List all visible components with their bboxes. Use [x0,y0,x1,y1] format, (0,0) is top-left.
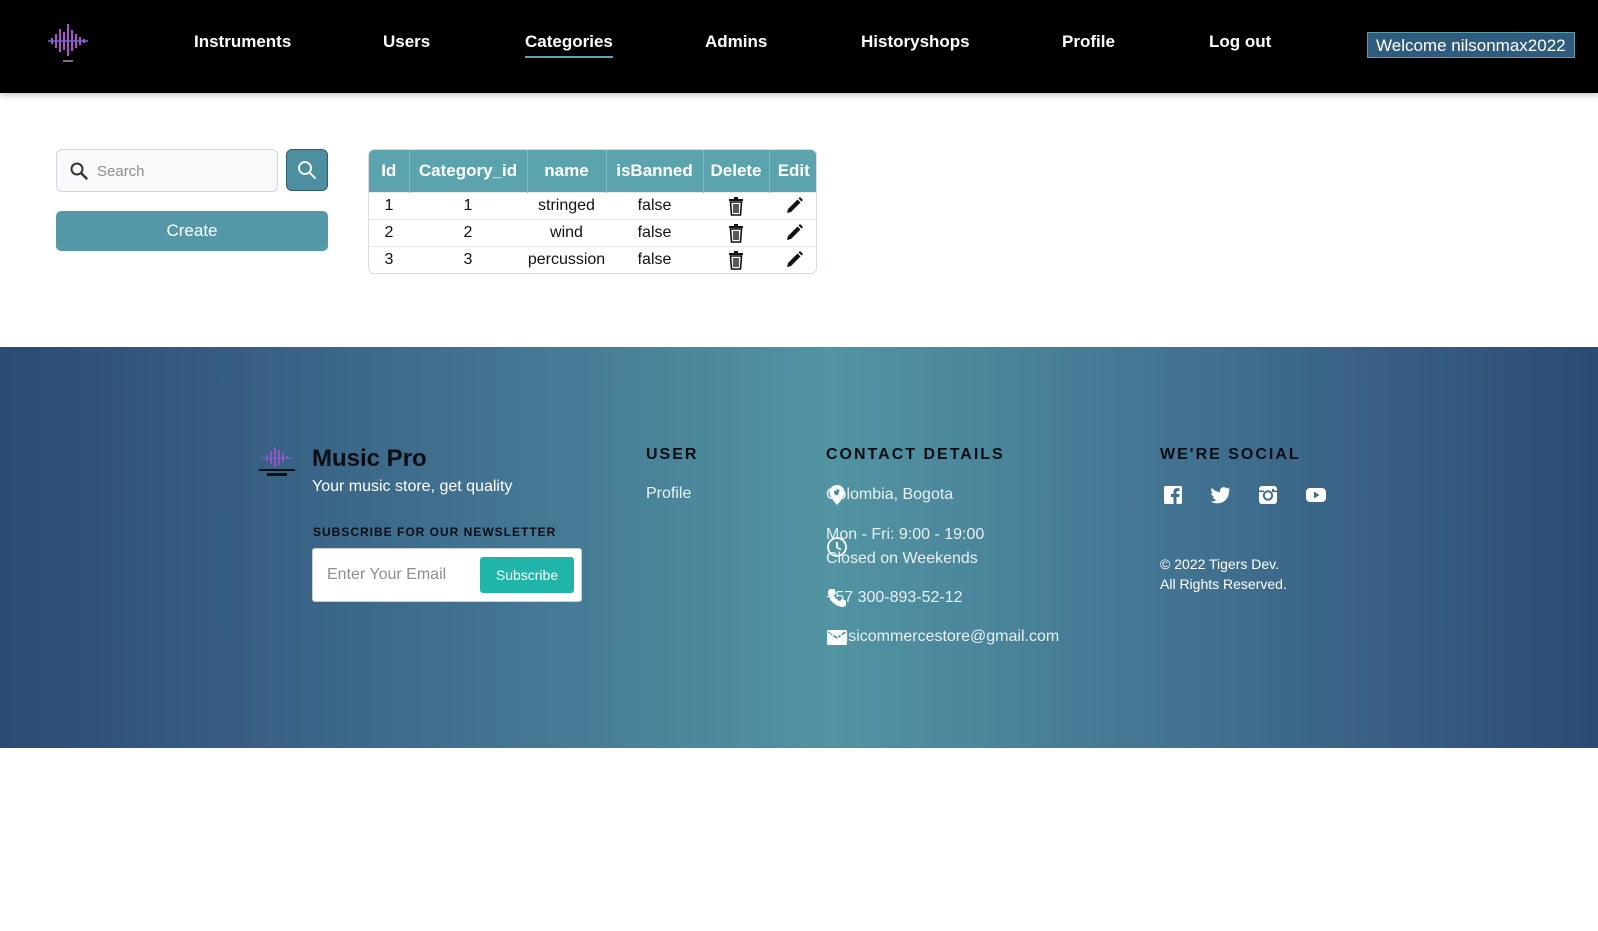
user-heading: USER [646,446,699,463]
cell-category-id: 2 [409,218,527,246]
table-row: 3 3 percussion false [369,245,816,273]
search-icon [70,162,88,180]
footer-profile-link[interactable]: Profile [646,485,691,503]
table-row: 2 2 wind false [369,218,816,246]
copyright-line: All Rights Reserved. [1160,576,1287,592]
cell-isbanned: false [606,191,703,219]
cell-name: percussion [527,245,606,273]
cell-category-id: 1 [409,191,527,219]
cell-name: wind [527,218,606,246]
copyright-line: © 2022 Tigers Dev. [1160,556,1279,572]
cell-id: 2 [369,218,409,246]
brand-tagline: Your music store, get quality [312,478,513,495]
cell-isbanned: false [606,245,703,273]
pencil-icon[interactable] [784,196,804,216]
newsletter-email-input[interactable] [327,562,467,588]
header-id: Id [369,150,410,192]
welcome-badge: Welcome nilsonmax2022 [1367,32,1575,58]
header-name: name [527,150,607,192]
music-pro-logo[interactable] [46,20,90,66]
search-input[interactable] [97,158,267,184]
categories-table: Id Category_id name isBanned Delete Edit… [368,149,817,274]
instagram-icon[interactable] [1257,484,1279,506]
copyright: © 2022 Tigers Dev. All Rights Reserved. [1160,554,1287,594]
newsletter-form: Subscribe [312,548,582,602]
header-category-id: Category_id [409,150,528,192]
contact-hours-weekdays: Mon - Fri: 9:00 - 19:00 [826,526,985,543]
cell-delete [703,245,769,273]
contact-location: Colombia, Bogota [826,486,954,503]
trash-icon[interactable] [726,223,746,243]
contact-heading: CONTACT DETAILS [826,446,1005,463]
header-edit: Edit [769,150,816,192]
search-box [56,149,278,192]
nav-historyshops[interactable]: Historyshops [861,32,970,52]
navbar: Instruments Users Categories Admins Hist… [0,0,1598,93]
brand-title: Music Pro [312,445,427,472]
cell-isbanned: false [606,218,703,246]
cell-category-id: 3 [409,245,527,273]
newsletter-label: SUBSCRIBE FOR OUR NEWSLETTER [313,525,557,539]
nav-admins[interactable]: Admins [705,32,767,52]
cell-id: 1 [369,191,409,219]
nav-categories[interactable]: Categories [525,32,613,58]
pencil-icon[interactable] [784,223,804,243]
social-heading: WE'RE SOCIAL [1160,446,1301,463]
table-row: 1 1 stringed false [369,191,816,219]
create-button[interactable]: Create [56,211,328,251]
header-delete: Delete [703,150,770,192]
nav-users[interactable]: Users [383,32,430,52]
search-icon [298,161,316,179]
nav-instruments[interactable]: Instruments [194,32,291,52]
cell-id: 3 [369,245,409,273]
cell-edit [769,191,816,219]
search-button[interactable] [286,149,328,191]
facebook-icon[interactable] [1162,484,1184,506]
trash-icon[interactable] [726,196,746,216]
cell-delete [703,218,769,246]
pencil-icon[interactable] [784,250,804,270]
header-isbanned: isBanned [606,150,704,192]
footer: Music Pro Your music store, get quality … [0,347,1598,748]
cell-edit [769,245,816,273]
twitter-icon[interactable] [1209,484,1231,506]
nav-profile[interactable]: Profile [1062,32,1115,52]
contact-hours-weekends: Closed on Weekends [826,550,978,567]
contact-email[interactable]: musicommercestore@gmail.com [826,625,1059,649]
cell-delete [703,191,769,219]
trash-icon[interactable] [726,250,746,270]
nav-logout[interactable]: Log out [1209,32,1271,52]
cell-name: stringed [527,191,606,219]
contact-phone: +57 300-893-52-12 [826,589,963,606]
table-header-row: Id Category_id name isBanned Delete Edit [369,150,816,192]
youtube-icon[interactable] [1305,484,1327,506]
cell-edit [769,218,816,246]
music-pro-logo [259,447,295,476]
subscribe-button[interactable]: Subscribe [480,557,574,593]
